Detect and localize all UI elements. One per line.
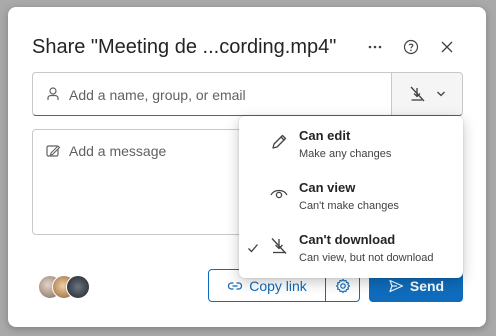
menu-item-can-edit[interactable]: Can edit Make any changes [239, 126, 463, 176]
eye-icon [270, 189, 288, 199]
more-horizontal-icon [368, 45, 382, 49]
chevron-down-icon [437, 91, 445, 97]
share-dialog: Share "Meeting de ...cording.mp4" Add a … [8, 7, 486, 327]
menu-item-title: Can't download [299, 232, 396, 247]
person-icon [47, 87, 59, 100]
message-field[interactable]: Add a message [32, 129, 252, 235]
permission-dropdown-button[interactable] [391, 73, 462, 115]
menu-item-subtitle: Can view, but not download [299, 252, 434, 264]
menu-item-cant-download[interactable]: Can't download Can view, but not downloa… [239, 230, 463, 280]
close-icon [441, 41, 453, 53]
avatar [66, 275, 90, 299]
help-circle-icon [403, 39, 419, 55]
menu-item-subtitle: Make any changes [299, 148, 392, 160]
help-button[interactable] [400, 36, 422, 58]
pencil-icon [272, 134, 287, 149]
menu-item-title: Can edit [299, 128, 351, 143]
dialog-title: Share "Meeting de ...cording.mp4" [32, 36, 337, 58]
close-button[interactable] [436, 36, 458, 58]
message-placeholder: Add a message [69, 143, 167, 159]
cant-download-icon [271, 238, 287, 254]
permission-menu: Can edit Make any changes Can view Can't… [239, 116, 463, 278]
edit-note-icon [46, 145, 61, 157]
recipient-field [32, 72, 463, 117]
more-options-button[interactable] [364, 36, 386, 58]
checkmark-icon [248, 244, 258, 253]
cant-download-icon [410, 86, 425, 102]
menu-item-can-view[interactable]: Can view Can't make changes [239, 178, 463, 228]
menu-item-title: Can view [299, 180, 356, 195]
menu-item-subtitle: Can't make changes [299, 200, 399, 212]
recipient-input[interactable] [67, 73, 391, 117]
